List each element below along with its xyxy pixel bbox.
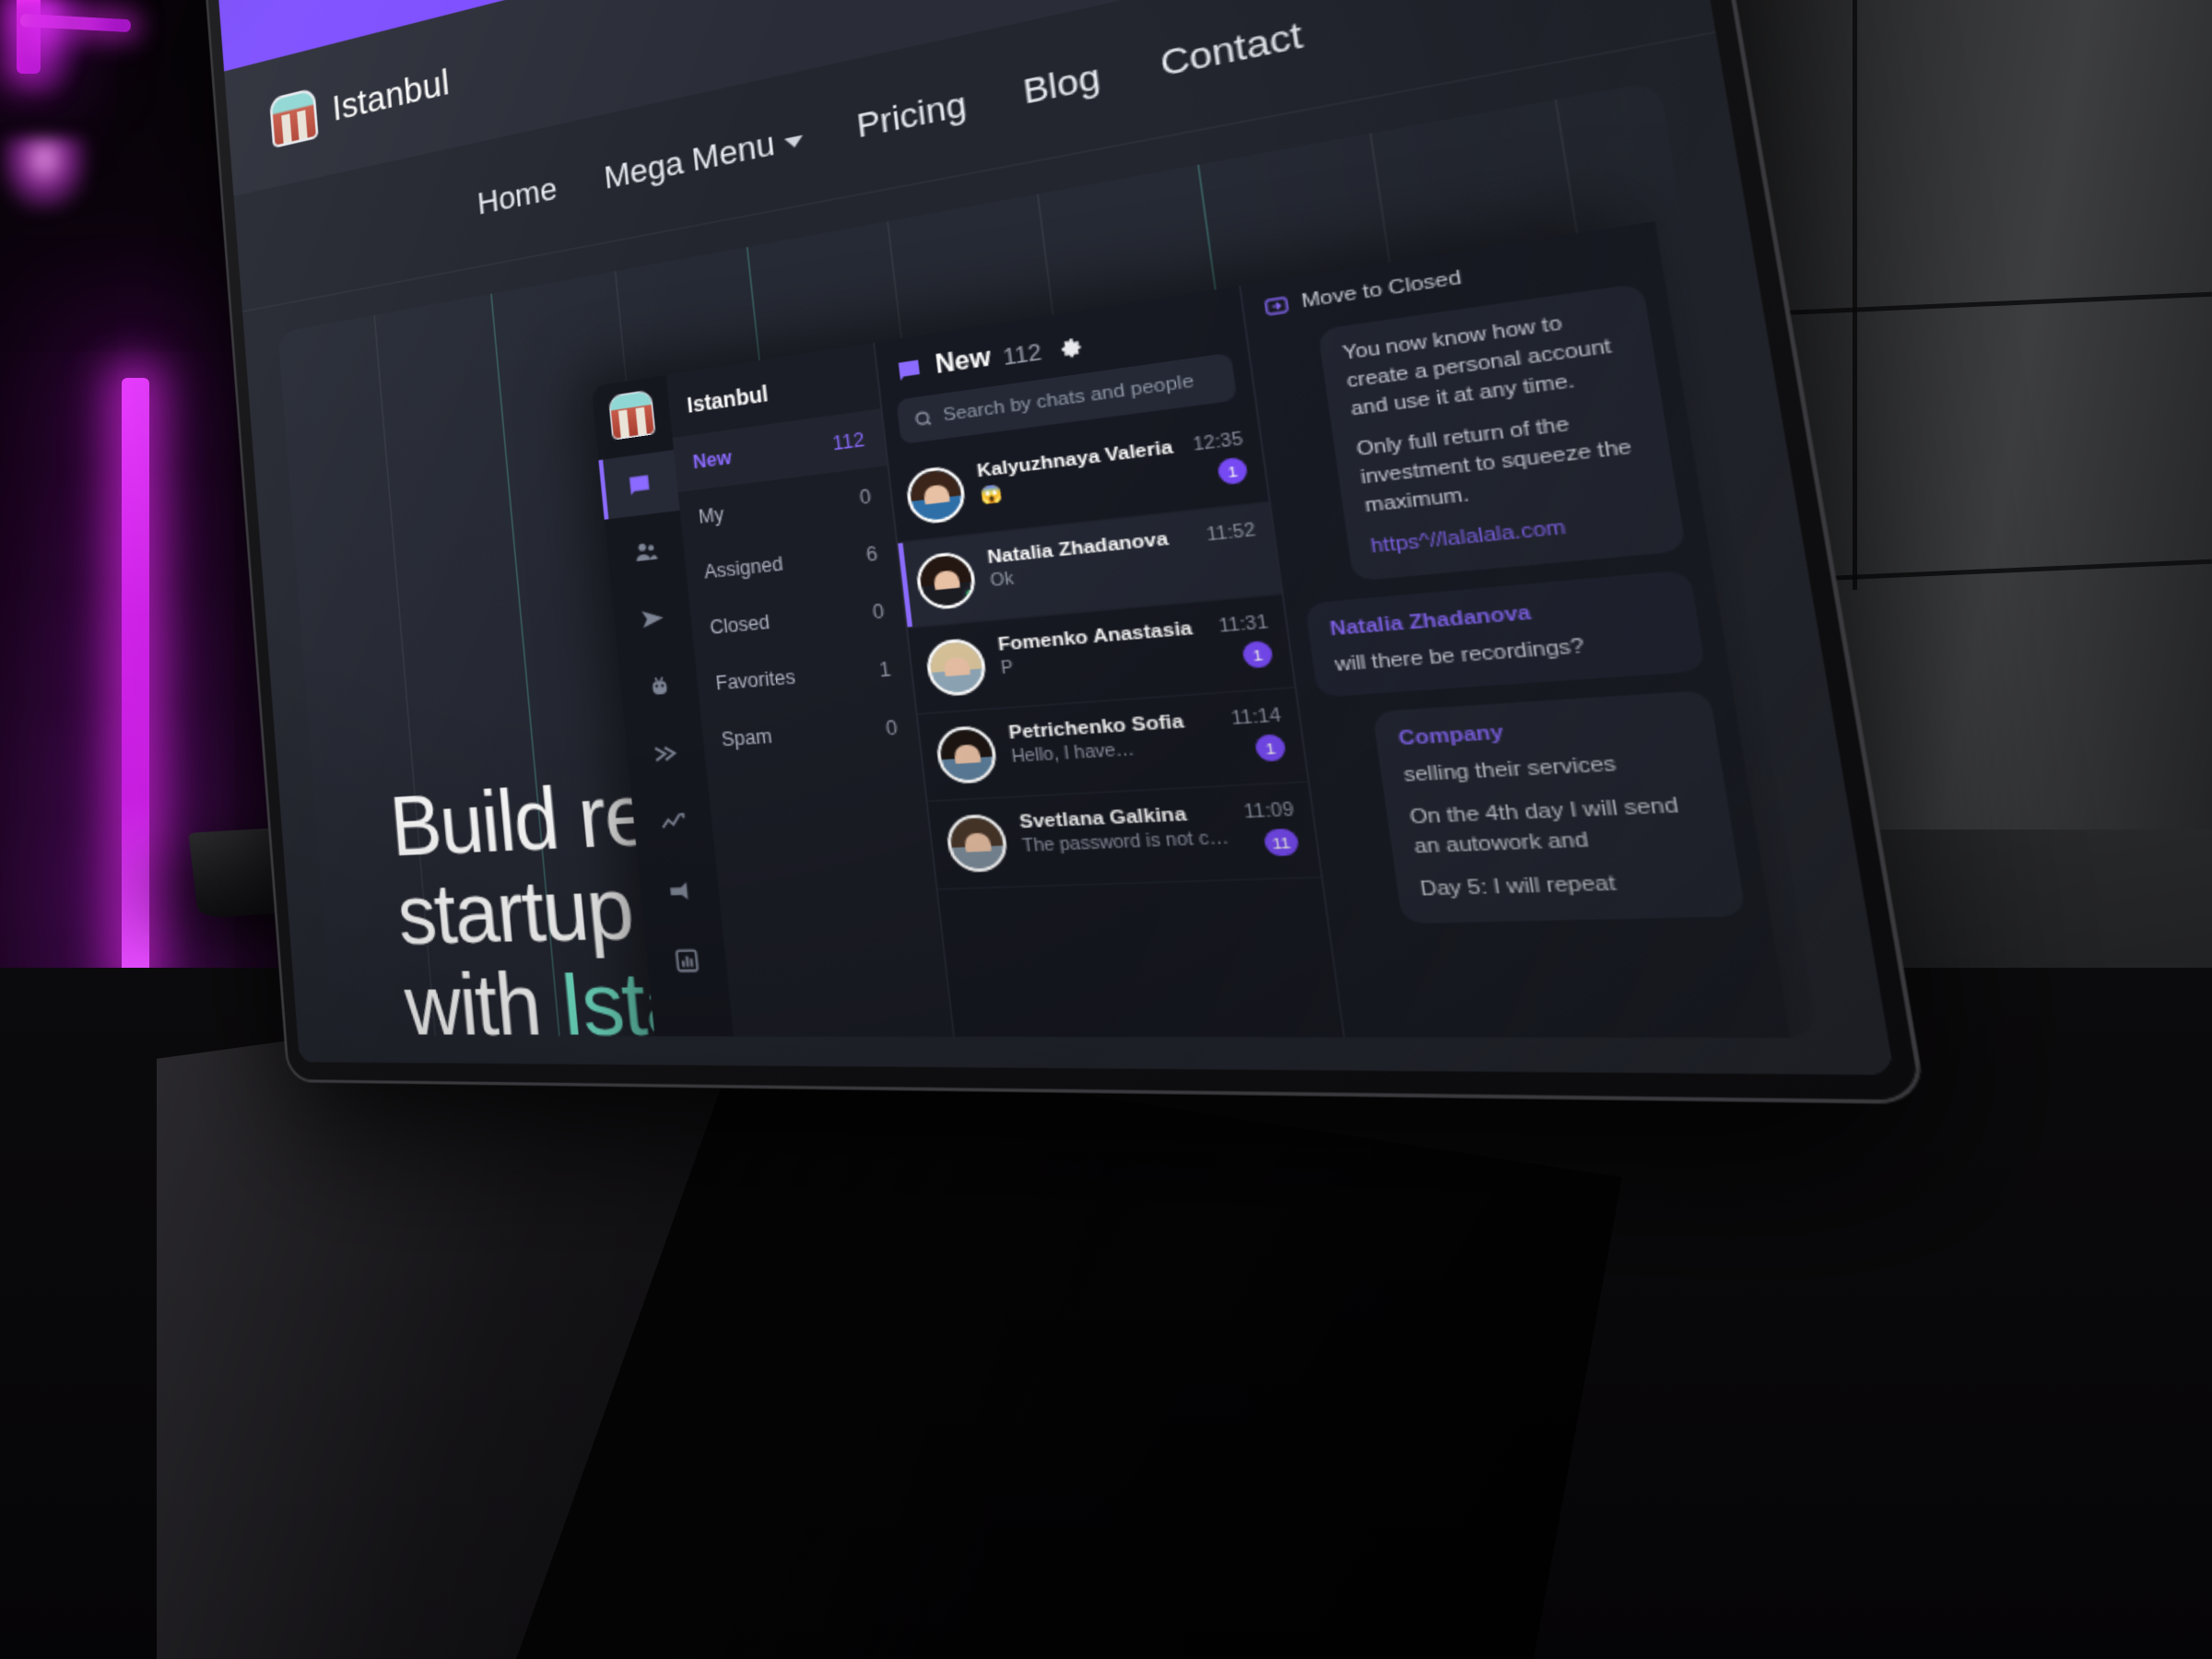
avatar (924, 637, 989, 698)
message-bubble: You now know how to create a personal ac… (1317, 282, 1687, 581)
folder-label: New (691, 446, 733, 474)
neon-glow-right (0, 0, 88, 97)
laptop-bezel: NEW This banner helps in notifying visit… (205, 0, 1922, 1100)
folder-count: 0 (884, 716, 900, 740)
laptop-screen: NEW This banner helps in notifying visit… (216, 0, 1895, 1076)
folder-count: 0 (871, 600, 886, 624)
chat-time: 11:09 (1242, 799, 1296, 824)
nav-label: Pricing (854, 83, 969, 145)
chevron-down-icon (784, 135, 805, 149)
message-line: Only full return of the investment to sq… (1355, 413, 1634, 517)
unread-badge: 1 (1241, 640, 1275, 669)
move-to-closed-icon (1262, 292, 1292, 320)
istanbul-tram-logo-icon (268, 87, 319, 149)
message-line: Day 5: I will repeat (1418, 873, 1618, 901)
nav-label: Contact (1157, 13, 1305, 84)
message-bubble: Natalia Zhadanova will there be recordin… (1304, 569, 1707, 699)
nav-label: Home (476, 169, 559, 221)
nav-item-blog[interactable]: Blog (1020, 55, 1102, 112)
nav-label: Mega Menu (602, 124, 777, 196)
nav-label: Blog (1020, 55, 1102, 112)
avatar (944, 813, 1010, 874)
rail-double-arrow-icon[interactable] (624, 719, 707, 786)
website-viewport: NEW This banner helps in notifying visit… (216, 0, 1895, 1076)
unread-badge: 1 (1217, 456, 1249, 486)
unread-badge: 11 (1262, 828, 1300, 857)
gear-icon[interactable] (1057, 333, 1087, 361)
message-line: selling their services (1402, 754, 1618, 788)
folder-count: 0 (858, 485, 873, 510)
folder-label: Spam (720, 724, 773, 751)
wall-seam-vertical-1 (1853, 0, 1857, 590)
message-line: On the 4th day I will send an autowork a… (1408, 795, 1681, 859)
rail-bot-icon[interactable] (618, 651, 700, 718)
brand-name: Istanbul (330, 60, 452, 129)
neon-light-vertical-main (122, 378, 149, 977)
rail-trending-icon[interactable] (631, 788, 715, 854)
laptop: NEW This banner helps in notifying visit… (205, 0, 1922, 1100)
folder-label: Favorites (714, 665, 796, 695)
chat-app-workspace-logo-icon (607, 389, 656, 441)
chat-time: 11:52 (1205, 520, 1257, 547)
message-bubble: Company selling their services On the 4t… (1371, 690, 1747, 924)
avatar (914, 549, 978, 612)
move-to-closed-label: Move to Closed (1300, 267, 1464, 313)
rail-send-icon[interactable] (611, 583, 693, 652)
chat-snippet: The password is not c… (1021, 827, 1230, 857)
chat-time: 11:31 (1218, 612, 1270, 638)
avatar (934, 724, 999, 785)
rail-broadcast-icon[interactable] (638, 857, 722, 923)
chat-list-item[interactable]: Svetlana Galkina The password is not c… … (927, 782, 1322, 890)
folder-label: Closed (709, 611, 771, 639)
folder-label: My (697, 503, 725, 528)
unread-badge: 1 (1253, 734, 1288, 762)
chat-time: 12:35 (1192, 429, 1244, 456)
hero-title-line3-prefix: with (401, 953, 565, 1039)
rail-analytics-icon[interactable] (644, 927, 729, 992)
chat-bubble-icon (893, 355, 926, 388)
chat-list-title: New (934, 344, 993, 380)
chat-time: 11:14 (1230, 705, 1283, 730)
search-icon (912, 408, 935, 430)
rail-chat-icon[interactable] (598, 450, 680, 520)
scene: MACBOOK NEW This banner helps in notifyi… (0, 0, 2212, 1659)
nav-item-mega-menu[interactable]: Mega Menu (602, 118, 806, 197)
avatar (904, 464, 968, 526)
neon-glow-base (0, 137, 88, 211)
nav-item-home[interactable]: Home (476, 170, 559, 222)
folder-label: Assigned (702, 552, 784, 583)
nav-item-contact[interactable]: Contact (1158, 13, 1305, 85)
message-line: You now know how to create a personal ac… (1341, 312, 1614, 420)
folder-count: 6 (865, 542, 879, 567)
rail-contacts-icon[interactable] (605, 516, 687, 585)
chat-list-count: 112 (1001, 338, 1043, 371)
chat-app-mockup: Istanbul New 112 My 0 Assigned 6 Closed … (591, 220, 1802, 1039)
nav-item-pricing[interactable]: Pricing (854, 84, 969, 147)
brand[interactable]: Istanbul (268, 55, 452, 149)
folder-count: 1 (877, 657, 892, 682)
folder-count: 112 (831, 429, 866, 455)
message-sender: Company (1397, 723, 1506, 751)
